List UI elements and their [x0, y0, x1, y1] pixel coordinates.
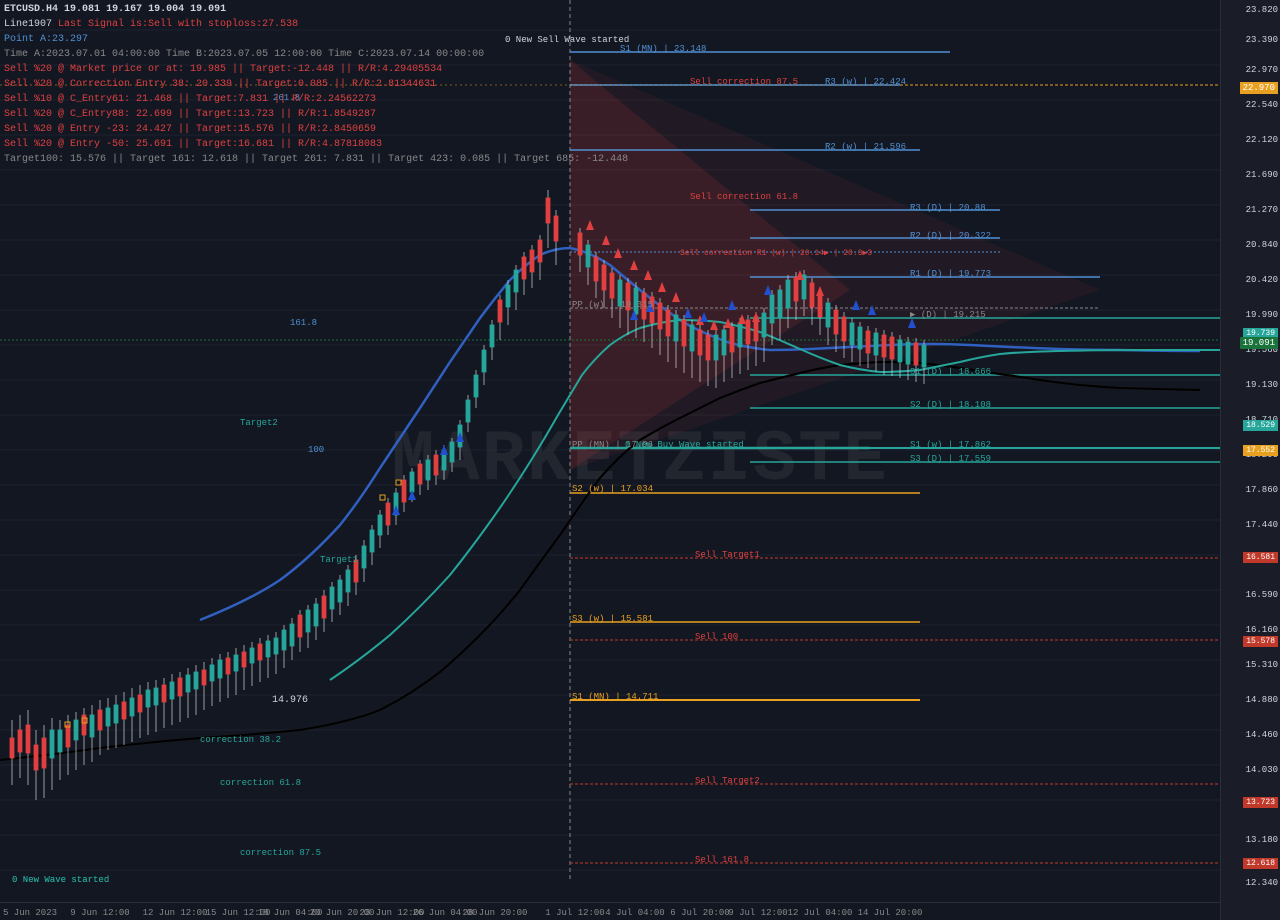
price-16581-badge: 16.581: [1243, 552, 1278, 563]
time-a: Time A:2023.07.01 04:00:00: [4, 49, 160, 60]
label-sell-target2: Sell Target2: [695, 776, 760, 786]
label-s1-d-19215: ▶ (D) | 19.215: [910, 310, 986, 320]
label-s1-w-17862: S1 (w) | 17.862: [910, 440, 991, 450]
sell-line-4: Sell %20 @ C_Entry88: 22.699 || Target:1…: [4, 107, 628, 122]
label-s2-d-18108: S2 (D) | 18.108: [910, 400, 991, 410]
time-jul14: 14 Jul 20:00: [858, 908, 923, 918]
price-axis: 23.820 23.390 22.970 22.970 22.540 22.12…: [1220, 0, 1280, 920]
label-sell-100: Sell 100: [695, 632, 738, 642]
price-20420: 20.420: [1246, 275, 1278, 285]
price-17440: 17.440: [1246, 520, 1278, 530]
label-corr-61: correction 61.8: [220, 778, 301, 788]
sell-line-2: Sell %20 @ Correction Entry 38: 20.339 |…: [4, 77, 628, 92]
price-15310: 15.310: [1246, 660, 1278, 670]
price-23820: 23.820: [1246, 5, 1278, 15]
price-high: 19.167: [106, 4, 142, 15]
label-target1: Target1: [320, 555, 358, 565]
price-low: 19.004: [148, 4, 184, 15]
symbol-title: ETCUSD.H4 19.081 19.167 19.004 19.091: [4, 2, 628, 17]
price-14976-label: 14.976: [272, 695, 308, 706]
fib-100: 100: [308, 445, 324, 455]
label-corr-38: correction 38.2: [200, 735, 281, 745]
price-open: 19.081: [64, 4, 100, 15]
label-r2-d: R2 (D) | 20.322: [910, 231, 991, 241]
fib-161: 161.8: [290, 318, 317, 328]
price-16590: 16.590: [1246, 590, 1278, 600]
price-21690: 21.690: [1246, 170, 1278, 180]
current-price-badge: 19.091: [1240, 337, 1278, 349]
time-jul12: 12 Jul 04:00: [788, 908, 853, 918]
label-s2-w: S2 (w) | 17.034: [572, 484, 653, 494]
time-jun5: 5 Jun 2023: [3, 908, 57, 918]
info-panel: ETCUSD.H4 19.081 19.167 19.004 19.091 Li…: [4, 2, 628, 167]
chart-container: MARKETZISTE ETCUSD.H4 19.081 19.167 19.0…: [0, 0, 1280, 920]
label-r1-d: R1 (D) | 19.773: [910, 269, 991, 279]
line-info: Line1907 Last Signal is:Sell with stoplo…: [4, 17, 628, 32]
line-number: Line1907: [4, 19, 52, 30]
label-sell-corr-87: Sell correction 87.5: [690, 77, 798, 87]
price-18529-badge: 18.529: [1243, 420, 1278, 431]
price-19990: 19.990: [1246, 310, 1278, 320]
label-r3-d: R3 (D) | 20.88: [910, 203, 986, 213]
time-jul1: 1 Jul 12:00: [545, 908, 604, 918]
time-jul6: 6 Jul 20:00: [670, 908, 729, 918]
last-signal: Last Signal is:Sell with stoploss:27.538: [58, 19, 298, 30]
time-jun9: 9 Jun 12:00: [70, 908, 129, 918]
price-16160: 16.160: [1246, 625, 1278, 635]
sell-line-3: Sell %10 @ C_Entry61: 21.468 || Target:7…: [4, 92, 628, 107]
signal-squares: [65, 480, 401, 727]
label-sell-corr-r1: Sell correction R1 (w) | 20.14▶ | 20.3▶3: [680, 248, 872, 258]
label-s3-w: S3 (w) | 15.581: [572, 614, 653, 624]
label-sell-target1: Sell Target1: [695, 550, 760, 560]
symbol: ETCUSD.H4: [4, 4, 58, 15]
new-wave-text: 0 New Wave started: [12, 875, 109, 885]
time-c: Time C:2023.07.14 00:00:00: [328, 49, 484, 60]
time-axis: 5 Jun 2023 9 Jun 12:00 12 Jun 12:00 15 J…: [0, 902, 1220, 920]
price-14460: 14.460: [1246, 730, 1278, 740]
time-jun28: 28 Jun 20:00: [463, 908, 528, 918]
label-s1-mn: S1 (MN) | 14.711: [572, 692, 658, 702]
price-21270: 21.270: [1246, 205, 1278, 215]
candlesticks-left: [10, 190, 926, 800]
targets-info: Target100: 15.576 || Target 161: 12.618 …: [4, 152, 628, 167]
price-14030: 14.030: [1246, 765, 1278, 775]
price-17860: 17.860: [1246, 485, 1278, 495]
price-23390: 23.390: [1246, 35, 1278, 45]
label-sell-corr-61: Sell correction 61.8: [690, 192, 798, 202]
time-jun12: 12 Jun 12:00: [143, 908, 208, 918]
time-jul4: 4 Jul 04:00: [605, 908, 664, 918]
label-pp-w: PP (w) | 19.315: [572, 300, 653, 310]
price-17552-badge: 17.552: [1243, 445, 1278, 456]
price-22120: 22.120: [1246, 135, 1278, 145]
label-new-buy-wave: 0 New Buy Wave started: [625, 440, 744, 450]
time-b: Time B:2023.07.05 12:00:00: [166, 49, 322, 60]
price-12618-badge: 12.618: [1243, 858, 1278, 869]
label-r2-w: R2 (w) | 21.596: [825, 142, 906, 152]
price-19130: 19.130: [1246, 380, 1278, 390]
label-r3-w: R3 (w) | 22.424: [825, 77, 906, 87]
label-target2: Target2: [240, 418, 278, 428]
sell-line-6: Sell %20 @ Entry -50: 25.691 || Target:1…: [4, 137, 628, 152]
label-s1-d-18666: S1 (D) | 18.666: [910, 367, 991, 377]
sell-line-5: Sell %20 @ Entry -23: 24.427 || Target:1…: [4, 122, 628, 137]
price-22970-badge: 22.970: [1240, 82, 1278, 94]
price-close: 19.091: [190, 4, 226, 15]
time-jul9: 9 Jul 12:00: [728, 908, 787, 918]
label-corr-87: correction 87.5: [240, 848, 321, 858]
price-15578-badge: 15.578: [1243, 636, 1278, 647]
time-info: Time A:2023.07.01 04:00:00 Time B:2023.0…: [4, 47, 628, 62]
price-12340: 12.340: [1246, 878, 1278, 888]
sell-line-1: Sell %20 @ Market price or at: 19.985 ||…: [4, 62, 628, 77]
price-20840: 20.840: [1246, 240, 1278, 250]
label-s3-d: S3 (D) | 17.559: [910, 454, 991, 464]
price-14880: 14.880: [1246, 695, 1278, 705]
price-13180: 13.180: [1246, 835, 1278, 845]
point-a: Point A:23.297: [4, 32, 628, 47]
price-13723-badge: 13.723: [1243, 797, 1278, 808]
label-r3-mn: S1 (MN) | 23.148: [620, 44, 706, 54]
price-22540: 22.540: [1246, 100, 1278, 110]
label-sell-161: Sell 161.8: [695, 855, 749, 865]
price-22970: 22.970: [1246, 65, 1278, 75]
